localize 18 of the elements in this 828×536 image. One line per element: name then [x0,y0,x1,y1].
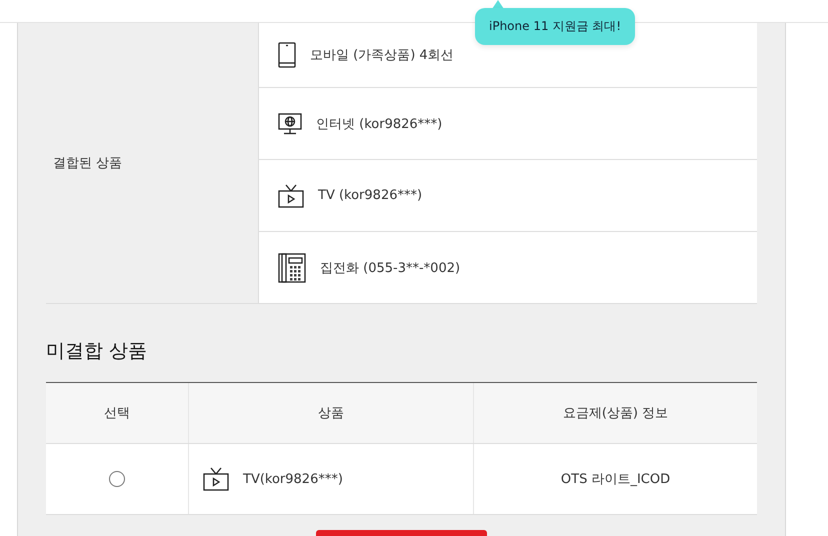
tv-icon [278,184,304,208]
column-header: 선택 [103,405,131,423]
column-header: 요금제(상품) 정보 [473,383,757,443]
product-text: TV (kor9826***) [318,188,422,203]
desk-phone-icon [278,252,306,282]
table-cell: OTS 라이트_ICOD [473,444,757,514]
radio-button[interactable] [109,471,125,487]
tv-icon [203,467,229,491]
tooltip: iPhone 11 지원금 최대! [475,8,636,45]
row-label: 결합된 상품 [53,155,122,172]
column-header: 상품 [188,383,473,443]
smartphone-icon [278,42,296,68]
product-text: 모바일 (가족상품) 4회선 [310,47,454,64]
section-title: 미결합 상품 [46,339,148,364]
monitor-globe-icon [278,112,302,136]
product-text: TV(kor9826***) [243,472,343,486]
product-text: 집전화 (055-3**-*002) [320,260,460,276]
product-text: 인터넷 (kor9826***) [316,116,442,132]
